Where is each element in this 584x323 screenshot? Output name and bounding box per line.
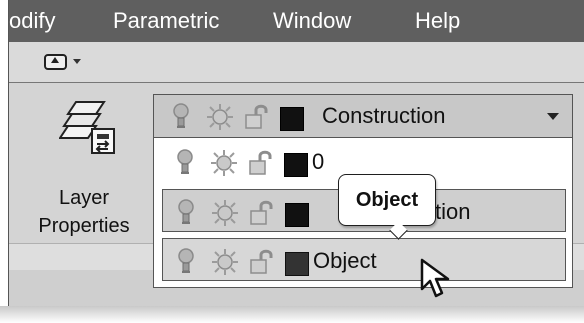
unlock-icon — [249, 150, 272, 175]
current-layer-name: Construction — [322, 103, 446, 128]
sun-icon — [211, 150, 237, 176]
tooltip-text: Object — [355, 189, 419, 211]
layer-name-tooltip: Object — [338, 174, 436, 240]
layer-color-swatch — [284, 153, 308, 177]
layer-name: tion — [435, 199, 471, 224]
lightbulb-icon — [173, 103, 189, 128]
view-options-button[interactable] — [39, 51, 93, 73]
unlock-icon — [250, 249, 273, 274]
layer-row-object[interactable]: Object — [162, 238, 566, 281]
quick-access-toolbar — [9, 42, 584, 83]
layer-color-swatch — [285, 252, 309, 276]
lightbulb-icon — [178, 199, 194, 224]
layer-properties-label-line1: Layer — [58, 187, 110, 209]
application-window: odify Parametric Window Help Layer Prope… — [8, 0, 584, 306]
menu-window[interactable]: Window — [273, 7, 351, 35]
layer-properties-button[interactable]: Layer Properties — [25, 99, 143, 241]
layer-name: 0 — [312, 149, 325, 174]
lightbulb-icon — [177, 149, 193, 174]
layer-properties-label-line2: Properties — [38, 215, 130, 237]
sun-icon — [212, 200, 238, 226]
layer-state-icons — [169, 246, 309, 276]
sun-icon — [212, 249, 238, 275]
current-layer-state-icons — [164, 101, 304, 131]
dropdown-arrow-icon[interactable] — [547, 113, 559, 120]
view-up-icon — [44, 54, 67, 70]
menu-modify[interactable]: odify — [9, 7, 55, 35]
mouse-pointer-icon — [420, 258, 450, 298]
layer-stack-icon — [59, 101, 115, 154]
chevron-down-icon — [73, 59, 81, 64]
layer-name: Object — [313, 248, 377, 273]
layer-dropdown[interactable]: Construction — [153, 94, 573, 138]
current-layer-color-swatch — [280, 107, 304, 131]
layer-state-icons — [169, 197, 309, 227]
window-bottom-shadow — [0, 306, 584, 323]
screenshot: odify Parametric Window Help Layer Prope… — [0, 0, 584, 323]
menu-parametric[interactable]: Parametric — [113, 7, 219, 35]
unlock-icon — [250, 200, 273, 225]
menu-help[interactable]: Help — [415, 7, 460, 35]
layer-color-swatch — [285, 203, 309, 227]
layer-state-icons — [168, 147, 308, 177]
menu-bar: odify Parametric Window Help — [9, 0, 584, 42]
sun-icon — [207, 104, 233, 130]
lightbulb-icon — [178, 248, 194, 273]
unlock-icon — [245, 104, 268, 129]
